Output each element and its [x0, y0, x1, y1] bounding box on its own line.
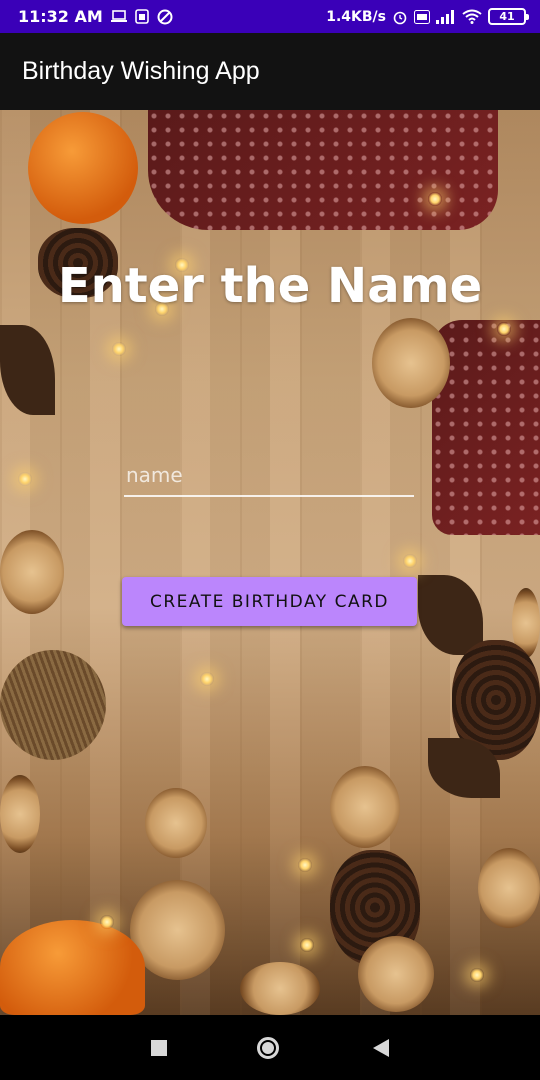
alarm-icon	[392, 9, 408, 25]
laptop-icon	[110, 10, 127, 23]
decorative-wood-slice	[330, 766, 400, 848]
decorative-fairy-light	[497, 322, 511, 336]
decorative-fairy-light	[428, 192, 442, 206]
back-button[interactable]	[370, 1037, 392, 1059]
decorative-fairy-light	[298, 858, 312, 872]
decorative-leaf	[418, 575, 483, 655]
decorative-fairy-light	[18, 472, 32, 486]
wifi-icon	[462, 9, 482, 24]
triangle-back-icon	[373, 1039, 389, 1057]
name-input[interactable]	[124, 455, 414, 497]
decorative-wood-slice	[240, 962, 320, 1015]
decorative-fairy-light	[403, 554, 417, 568]
decorative-twine-spool	[0, 650, 106, 760]
sim-icon	[135, 9, 149, 24]
decorative-fairy-light	[100, 915, 114, 929]
decorative-orange	[28, 112, 138, 224]
page-heading: Enter the Name	[57, 258, 483, 314]
main-content: Enter the Name CREATE BIRTHDAY CARD	[0, 110, 540, 1015]
navigation-bar	[0, 1015, 540, 1080]
decorative-wood-slice	[145, 788, 207, 858]
status-bar: 11:32 AM 1.4KB/s 41	[0, 0, 540, 33]
decorative-wood-slice	[478, 848, 540, 928]
decorative-fairy-light	[470, 968, 484, 982]
battery-level: 41	[499, 10, 515, 23]
decorative-fairy-light	[112, 342, 126, 356]
decorative-wood-slice	[0, 530, 64, 614]
decorative-wood-slice	[358, 936, 434, 1012]
home-button[interactable]	[257, 1037, 279, 1059]
decorative-wood-slice	[0, 775, 40, 853]
decorative-fairy-light	[200, 672, 214, 686]
dnd-icon	[157, 9, 173, 25]
circle-icon	[257, 1037, 279, 1059]
decorative-fairy-light	[300, 938, 314, 952]
app-title: Birthday Wishing App	[22, 57, 260, 85]
square-icon	[151, 1040, 167, 1056]
decorative-leaf	[0, 325, 55, 415]
signal-icon	[436, 9, 456, 24]
recents-button[interactable]	[148, 1037, 170, 1059]
network-speed: 1.4KB/s	[326, 8, 386, 25]
create-birthday-card-button[interactable]: CREATE BIRTHDAY CARD	[122, 577, 417, 626]
volte-icon	[414, 9, 430, 24]
decorative-orange-peel	[0, 920, 145, 1015]
app-bar: Birthday Wishing App	[0, 33, 540, 110]
decorative-gift-wrap	[148, 110, 498, 230]
battery-icon: 41	[488, 8, 529, 25]
status-time: 11:32 AM	[18, 7, 103, 26]
decorative-wood-slice	[372, 318, 450, 408]
